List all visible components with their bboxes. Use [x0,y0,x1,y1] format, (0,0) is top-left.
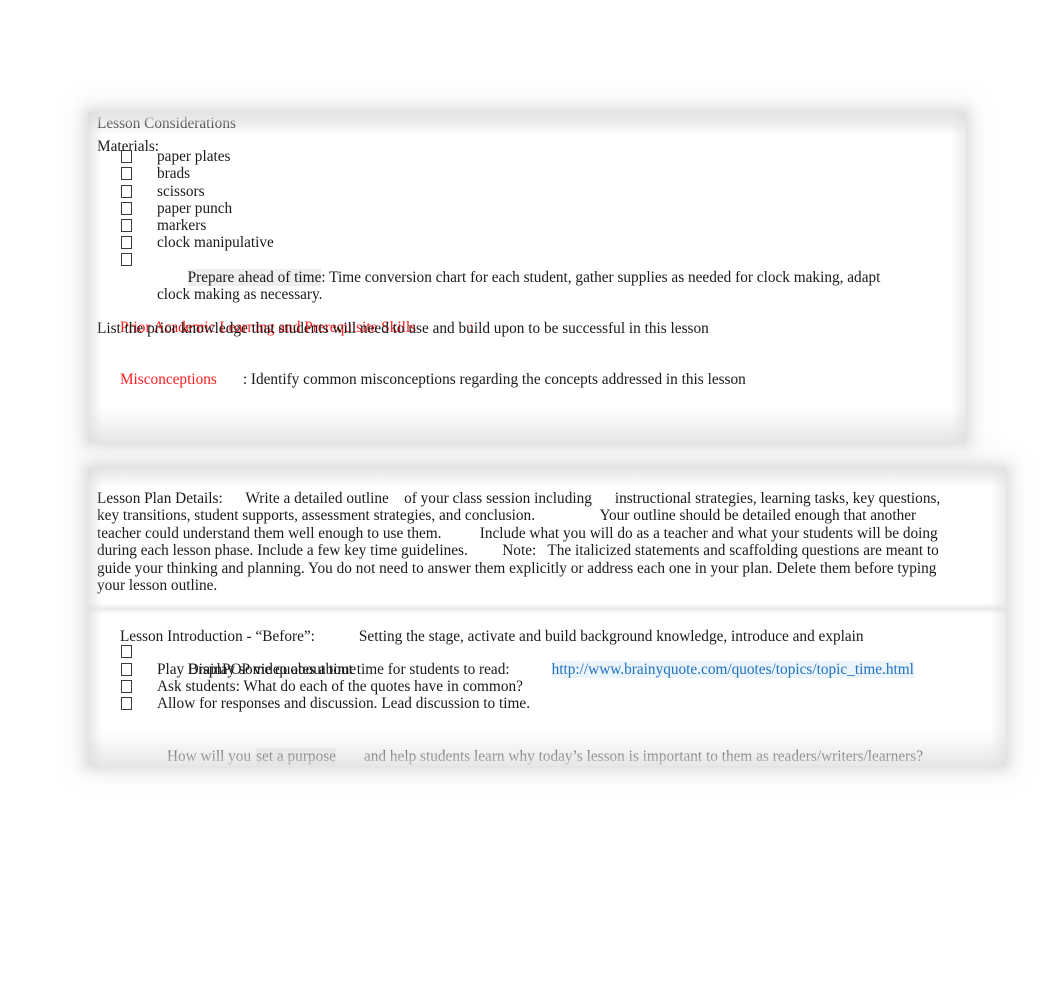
bullet-icon [121,253,132,266]
list-item-label: markers [157,217,207,234]
list-item: brads [121,165,190,183]
bullet-icon [121,236,132,249]
panel-right-fade [950,112,966,442]
misconceptions-row: Misconceptions : Identify common misconce… [97,353,746,406]
list-item-label: Play BrainPOP video about time [157,661,357,678]
list-item-label: paper plates [157,148,231,165]
list-item-label: clock manipulative [157,234,274,251]
panel-right-fade [990,468,1006,766]
list-item: paper punch [121,200,232,218]
bullet-icon [121,219,132,232]
misconceptions-body: : Identify common misconceptions regardi… [242,370,746,388]
bullet-icon [121,185,132,198]
bullet-icon [121,697,132,710]
list-item: clock manipulative [121,234,274,252]
list-item-label: paper punch [157,200,233,217]
list-item: Play BrainPOP video about time [121,661,356,679]
lesson-plan-details-panel: Lesson Plan Details: Write a detailed ou… [88,468,1006,766]
list-item: markers [121,217,206,235]
prior-learning-body: List the prior knowledge that students w… [97,320,709,337]
list-item: Ask students: What do each of the quotes… [121,678,523,696]
list-item: paper plates [121,148,230,166]
set-a-purpose-highlight: set a purpose [256,747,336,765]
list-item: Allow for responses and discussion. Lead… [121,695,530,713]
brainyquote-link[interactable]: http://www.brainyquote.com/quotes/topics… [551,660,914,678]
closing-question-row: How will you set a purpose and help studen… [144,730,923,766]
list-item-label: brads [157,165,191,182]
bullet-icon [121,150,132,163]
closing-question-lead: How will you [166,747,252,765]
list-item-label: Allow for responses and discussion. Lead… [157,695,531,712]
panel-bottom-fade [88,408,966,442]
bullet-icon [121,645,132,658]
list-item: scissors [121,183,205,201]
prepare-ahead-highlight: Prepare ahead of time [187,268,322,286]
list-item-label: Ask students: What do each of the quotes… [157,678,523,695]
bullet-icon [121,663,132,676]
list-item-label: scissors [157,183,205,200]
lesson-plan-details-paragraph: Lesson Plan Details: Write a detailed ou… [97,490,945,595]
lesson-considerations-heading: Lesson Considerations [97,115,236,132]
bullet-icon [121,680,132,693]
bullet-icon [121,167,132,180]
lesson-considerations-panel: Lesson Considerations Materials: paper p… [88,112,966,442]
bullet-icon [121,202,132,215]
misconceptions-heading: Misconceptions [119,370,217,388]
closing-question-rest: and help students learn why today’s less… [363,747,924,765]
panel-top-fade [88,468,1006,488]
